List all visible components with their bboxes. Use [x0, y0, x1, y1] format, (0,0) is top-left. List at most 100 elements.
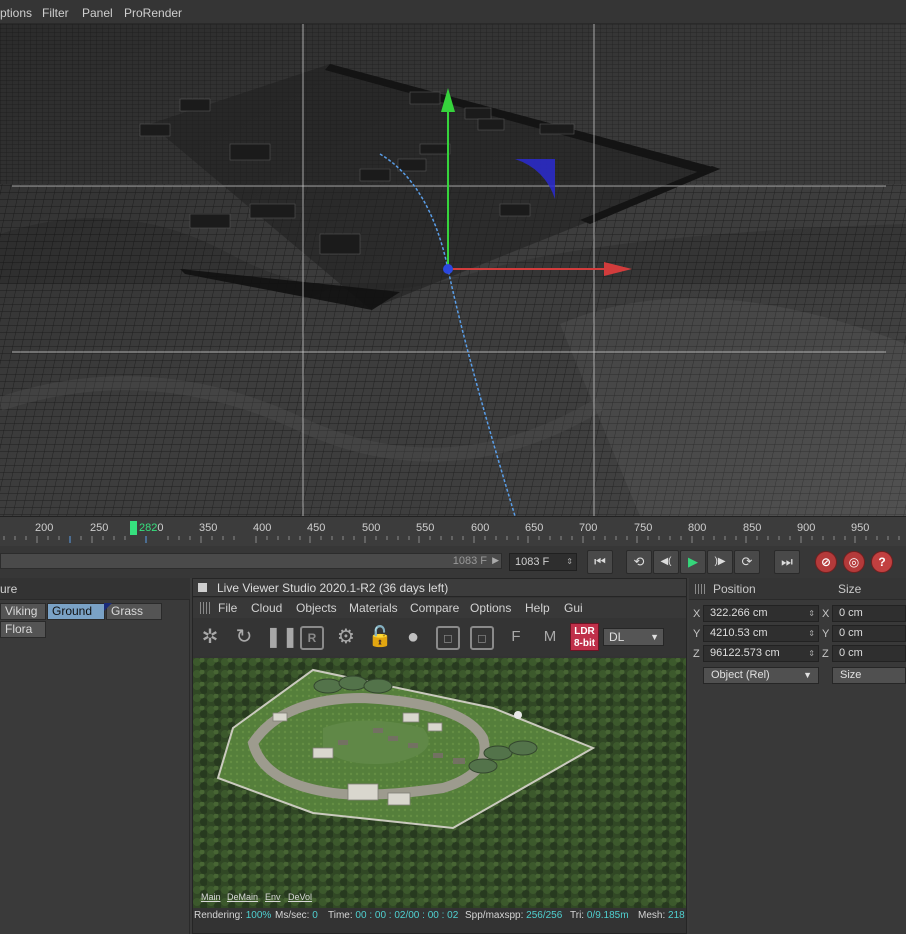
tab-viking[interactable]: Viking	[0, 603, 46, 620]
tab-grass[interactable]: Grass	[106, 603, 162, 620]
material-sphere-icon[interactable]: ●	[400, 624, 426, 650]
next-frame-button[interactable]: )▶	[707, 550, 733, 574]
ldr-8bit-toggle[interactable]: LDR 8-bit	[570, 623, 599, 651]
material-picker-icon[interactable]: M	[537, 624, 563, 650]
lv-tab-demain[interactable]: DeMain	[227, 892, 258, 902]
size-x-field[interactable]: 0 cm	[832, 605, 906, 622]
ruler-tick: 200	[35, 522, 54, 534]
ruler-minor-ticks	[3, 536, 900, 543]
render-image	[193, 658, 686, 908]
status-tri: Tri: 0/9.185m	[570, 910, 629, 921]
stepper-icon[interactable]: ⇕	[566, 554, 573, 570]
menu-bar: ptions Filter Panel ProRender	[0, 0, 906, 24]
render-kernel-select[interactable]: DL ▼	[603, 628, 664, 646]
lv-tab-main[interactable]: Main	[201, 892, 221, 902]
live-viewer-title: Live Viewer Studio 2020.1-R2 (36 days le…	[217, 581, 449, 595]
restart-icon[interactable]: ↻	[231, 624, 257, 650]
pos-y-field[interactable]: 4210.53 cm ⇕	[703, 625, 819, 642]
window-icon	[198, 583, 207, 592]
size-z-label: Z	[822, 648, 829, 660]
lv-tab-env[interactable]: Env	[265, 892, 281, 902]
pos-y-label: Y	[693, 628, 701, 640]
frame-field[interactable]: 1083 F ⇕	[509, 553, 577, 571]
lv-menu-help[interactable]: Help	[525, 601, 550, 615]
ruler-tick: 900	[797, 522, 816, 534]
pos-z-field[interactable]: 96122.573 cm ⇕	[703, 645, 819, 662]
size-z-field[interactable]: 0 cm	[832, 645, 906, 662]
coordinates-panel: Position Size X 322.266 cm ⇕ X 0 cm Y 421…	[689, 578, 906, 934]
timeline-ruler[interactable]: 200 250 350 400 450 500 550 600 650 700 …	[0, 516, 906, 546]
lock-icon[interactable]: 🔓	[367, 624, 393, 650]
compare-icon[interactable]: ◻	[470, 626, 494, 650]
grip-icon	[695, 584, 705, 594]
settings-gear-icon[interactable]: ⚙	[333, 624, 359, 650]
menu-options[interactable]: ptions	[0, 6, 32, 20]
size-y-field[interactable]: 0 cm	[832, 625, 906, 642]
focus-picker-icon[interactable]: F	[503, 624, 529, 650]
coord-mode-select[interactable]: Object (Rel) ▼	[703, 667, 819, 684]
gizmo-center[interactable]	[443, 264, 453, 274]
position-header: Position	[713, 582, 756, 596]
ruler-tick: 650	[525, 522, 544, 534]
status-rendering: Rendering: 100%	[194, 910, 272, 921]
lv-menu-file[interactable]: File	[218, 601, 237, 615]
status-time: Time: 00 : 00 : 02/00 : 00 : 02	[328, 910, 459, 921]
timeline-scrubber[interactable]: 1083 F ▶	[0, 553, 502, 569]
transport-bar: 1083 F ▶ 1083 F ⇕ ⏮ ⟲ ◀( ▶ )▶ ⟳ ⏭ ⊘ ◎ ?	[0, 546, 906, 578]
prev-key-button[interactable]: ⟲	[626, 550, 652, 574]
autokey-button[interactable]: ◎	[843, 551, 865, 573]
menu-filter[interactable]: Filter	[42, 6, 69, 20]
lv-menu-materials[interactable]: Materials	[349, 601, 398, 615]
3d-viewport[interactable]	[0, 24, 906, 516]
pos-z-label: Z	[693, 648, 700, 660]
tab-marker-icon	[104, 603, 112, 611]
status-mesh: Mesh: 218	[638, 910, 685, 921]
ruler-tick: 250	[90, 522, 109, 534]
size-mode-select[interactable]: Size	[832, 667, 906, 684]
menu-prorender[interactable]: ProRender	[124, 6, 182, 20]
layer-panel: ure Viking Ground Grass Flora	[0, 578, 190, 934]
pos-x-field[interactable]: 322.266 cm ⇕	[703, 605, 819, 622]
size-x-label: X	[822, 608, 830, 620]
live-viewer-toolbar: ✲ ↻ ❚❚ R ⚙ 🔓 ● ◻ ◻ F M LDR 8-bit DL ▼	[193, 618, 686, 656]
ruler-tick: 700	[579, 522, 598, 534]
ruler-tick: 350	[199, 522, 218, 534]
ruler-tick: 400	[253, 522, 272, 534]
play-button[interactable]: ▶	[680, 550, 706, 574]
next-key-button[interactable]: ⟳	[734, 550, 760, 574]
lv-menu-objects[interactable]: Objects	[296, 601, 337, 615]
tab-flora[interactable]: Flora	[0, 621, 46, 638]
record-key-button[interactable]: ⊘	[815, 551, 837, 573]
ruler-tick: 850	[743, 522, 762, 534]
lv-menu-cloud[interactable]: Cloud	[251, 601, 282, 615]
live-viewer-menu: File Cloud Objects Materials Compare Opt…	[193, 598, 686, 618]
lv-menu-options[interactable]: Options	[470, 601, 511, 615]
lv-menu-gui[interactable]: Gui	[564, 601, 583, 615]
region-render-icon[interactable]: R	[300, 626, 324, 650]
shutter-icon[interactable]: ✲	[197, 624, 223, 650]
viewport-wireframe	[0, 24, 906, 516]
tab-ground[interactable]: Ground	[47, 603, 105, 620]
pause-icon[interactable]: ❚❚	[265, 624, 299, 650]
status-ms-sec: Ms/sec: 0	[275, 910, 318, 921]
prev-frame-button[interactable]: ◀(	[653, 550, 679, 574]
current-frame-label: 2820	[139, 522, 164, 534]
status-spp: Spp/maxspp: 256/256	[465, 910, 563, 921]
size-y-label: Y	[822, 628, 830, 640]
go-to-start-button[interactable]: ⏮	[587, 550, 613, 574]
ruler-tick: 550	[416, 522, 435, 534]
ruler-tick: 750	[634, 522, 653, 534]
go-to-end-button[interactable]: ⏭	[774, 550, 800, 574]
menu-panel[interactable]: Panel	[82, 6, 113, 20]
lv-tab-devol[interactable]: DeVol	[288, 892, 312, 902]
clay-render-icon[interactable]: ◻	[436, 626, 460, 650]
play-small-icon: ▶	[492, 555, 499, 565]
current-frame-marker[interactable]	[130, 521, 137, 535]
ruler-tick: 950	[851, 522, 870, 534]
live-render-view[interactable]: Main DeMain Env DeVol	[193, 658, 686, 908]
help-button[interactable]: ?	[871, 551, 893, 573]
ruler-tick: 500	[362, 522, 381, 534]
grip-icon	[200, 602, 210, 614]
lv-menu-compare[interactable]: Compare	[410, 601, 459, 615]
ruler-tick: 450	[307, 522, 326, 534]
